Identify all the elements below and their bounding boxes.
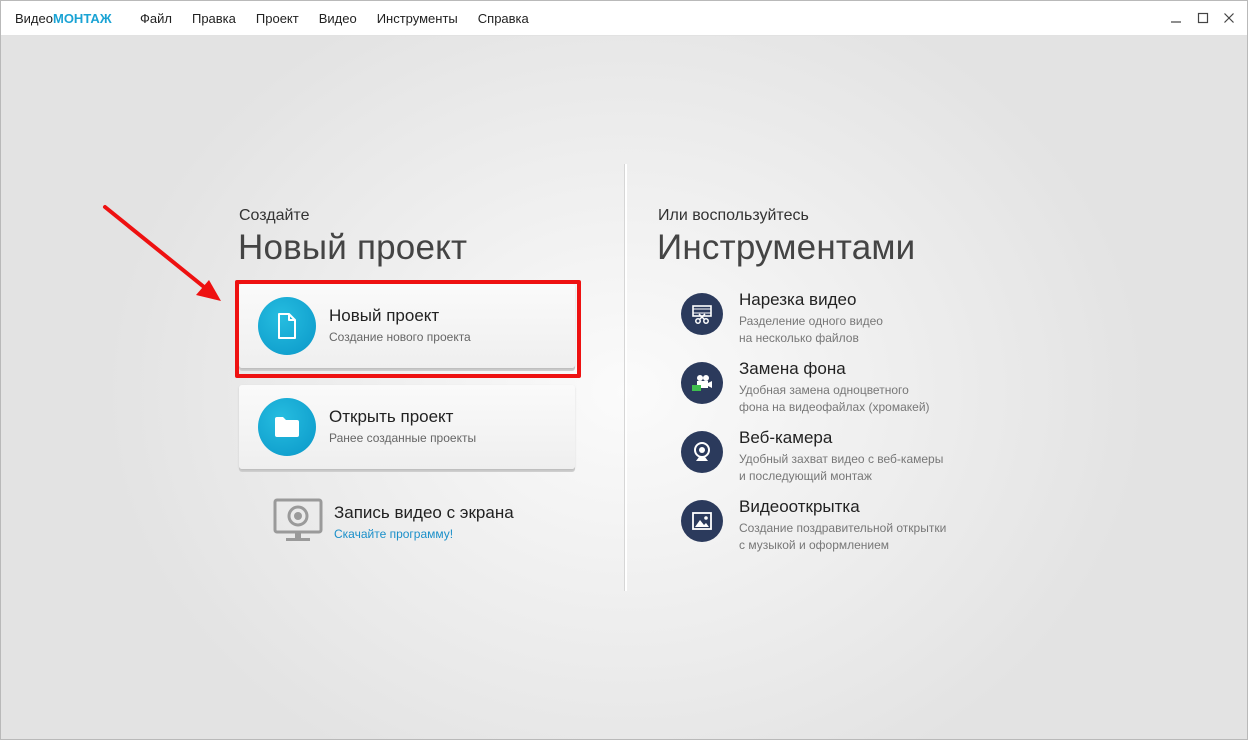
tool-video-card-desc-line1: Создание поздравительной открытки [739, 521, 947, 535]
menu-video[interactable]: Видео [319, 11, 357, 26]
create-heading: Новый проект [238, 228, 468, 267]
create-subtitle: Создайте [239, 207, 310, 224]
minimize-button[interactable] [1166, 8, 1186, 28]
tool-cut-video-icon-circle [681, 293, 723, 335]
menu-bar: Файл Правка Проект Видео Инструменты Спр… [140, 11, 549, 26]
title-bar: ВидеоМОНТАЖ Файл Правка Проект Видео Инс… [1, 1, 1247, 36]
tool-chroma-key-icon-circle [681, 362, 723, 404]
monitor-webcam-icon [273, 498, 323, 541]
tools-heading: Инструментами [657, 228, 916, 267]
tool-video-card-desc: Создание поздравительной открытки с музык… [739, 520, 946, 554]
tool-chroma-key-desc-line1: Удобная замена одноцветного [739, 383, 909, 397]
tool-chroma-key-desc: Удобная замена одноцветного фона на видео… [739, 382, 930, 416]
tool-video-card-desc-line2: с музыкой и оформлением [739, 538, 890, 552]
chroma-camera-icon [692, 375, 712, 391]
annotation-highlight-box [235, 280, 581, 378]
menu-tools[interactable]: Инструменты [377, 11, 458, 26]
close-button[interactable] [1219, 8, 1239, 28]
tool-cut-video-desc-line2: на несколько файлов [739, 331, 859, 345]
menu-project[interactable]: Проект [256, 11, 299, 26]
tool-webcam-title: Веб-камера [739, 428, 833, 447]
logo-accent: МОНТАЖ [52, 11, 112, 26]
tool-video-card-icon-circle [681, 500, 723, 542]
webcam-icon [694, 442, 710, 461]
menu-file[interactable]: Файл [140, 11, 172, 26]
tool-cut-video-title: Нарезка видео [739, 290, 857, 309]
tool-webcam-desc: Удобный захват видео с веб-камеры и после… [739, 451, 943, 485]
annotation-arrow-icon [103, 205, 221, 301]
tool-chroma-key-title: Замена фона [739, 359, 846, 378]
screen-record-title: Запись видео с экрана [334, 503, 514, 522]
menu-edit[interactable]: Правка [192, 11, 236, 26]
minimize-icon [1171, 21, 1181, 23]
download-program-link[interactable]: Скачайте программу! [334, 527, 453, 541]
film-scissors-icon [692, 305, 712, 324]
tool-webcam-desc-line1: Удобный захват видео с веб-камеры [739, 452, 944, 466]
tool-cut-video-desc: Разделение одного видео на несколько файл… [739, 313, 883, 347]
tools-subtitle: Или воспользуйтесь [658, 207, 809, 224]
close-icon [1224, 13, 1234, 23]
app-window: ВидеоМОНТАЖ Файл Правка Проект Видео Инс… [0, 0, 1248, 740]
tool-video-card-title: Видеооткрытка [739, 497, 860, 516]
tool-chroma-key-desc-line2: фона на видеофайлах (хромакей) [739, 400, 930, 414]
open-project-icon-circle [258, 398, 316, 456]
menu-help[interactable]: Справка [478, 11, 529, 26]
open-project-button[interactable]: Открыть проект Ранее созданные проекты [239, 385, 575, 469]
maximize-icon [1197, 12, 1209, 24]
tool-cut-video-desc-line1: Разделение одного видео [739, 314, 883, 328]
tool-webcam-desc-line2: и последующий монтаж [739, 469, 872, 483]
open-project-desc: Ранее созданные проекты [329, 431, 477, 445]
app-logo: ВидеоМОНТАЖ [15, 11, 112, 26]
logo-prefix: Видео [15, 11, 53, 26]
picture-icon [692, 512, 712, 530]
maximize-button[interactable] [1193, 8, 1213, 28]
tool-webcam-icon-circle [681, 431, 723, 473]
open-project-title: Открыть проект [329, 407, 454, 426]
folder-icon [275, 417, 299, 437]
column-divider [624, 164, 627, 591]
